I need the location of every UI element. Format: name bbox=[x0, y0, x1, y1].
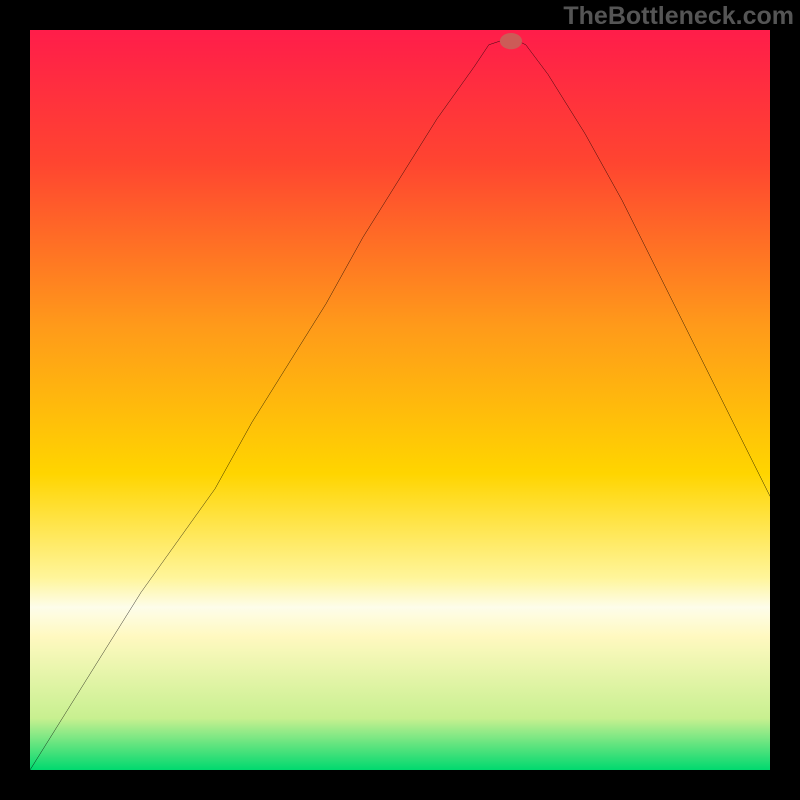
watermark-label: TheBottleneck.com bbox=[563, 2, 794, 31]
optimal-point-marker bbox=[500, 33, 522, 49]
gradient-background bbox=[30, 30, 770, 770]
bottleneck-chart bbox=[30, 30, 770, 770]
